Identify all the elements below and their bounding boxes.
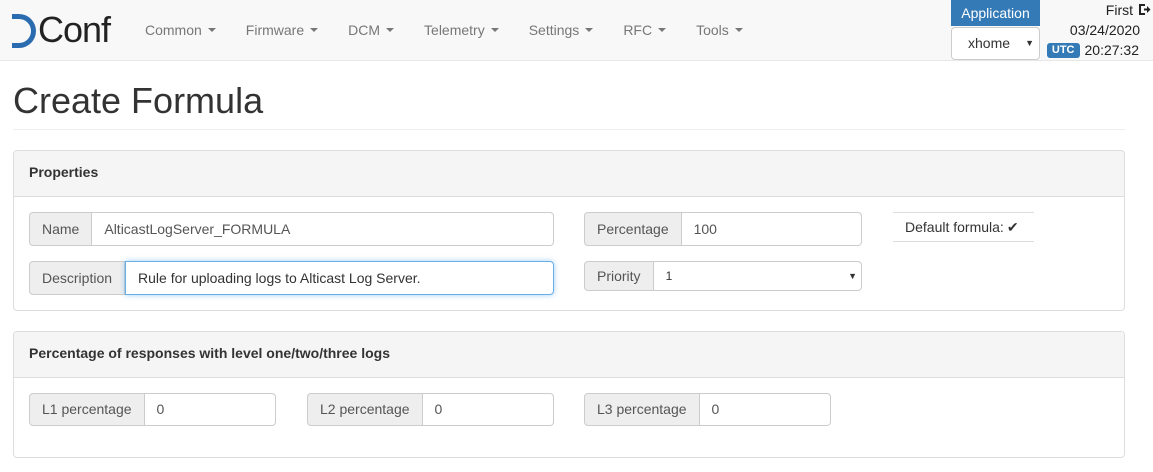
page-title: Create Formula: [13, 80, 264, 121]
navbar: Conf Common Firmware DCM Telemetry Setti…: [0, 0, 1153, 61]
l3-input-group: L3 percentage 0: [584, 393, 831, 426]
properties-heading: Properties: [14, 151, 1124, 197]
title-divider: [13, 129, 1125, 130]
select-arrow-icon: ▼: [1025, 38, 1034, 48]
percentage-input-group: Percentage 100: [584, 212, 862, 246]
nav-firmware[interactable]: Firmware: [231, 0, 333, 61]
l2-label: L2 percentage: [307, 393, 423, 426]
priority-selected-value: 1: [665, 269, 673, 283]
timezone-badge: UTC: [1046, 42, 1080, 58]
logout-icon[interactable]: [1138, 3, 1151, 16]
caret-down-icon: [734, 28, 743, 33]
user-info: First 03/24/2020 UTC 20:27:32: [1044, 0, 1153, 60]
percentage-input[interactable]: 100: [681, 212, 862, 246]
caret-down-icon: [386, 28, 395, 33]
current-date: 03/24/2020: [1069, 22, 1140, 38]
properties-panel: Properties Name AlticastLogServer_FORMUL…: [13, 150, 1125, 311]
nav-rfc-label: RFC: [623, 22, 653, 38]
l2-percentage-input[interactable]: 0: [422, 393, 554, 426]
caret-down-icon: [310, 28, 319, 33]
checkmark-icon: ✔: [1006, 219, 1019, 235]
application-label: Application: [951, 0, 1040, 26]
current-time: 20:27:32: [1084, 42, 1140, 58]
caret-down-icon: [658, 28, 667, 33]
name-input[interactable]: AlticastLogServer_FORMULA: [92, 212, 554, 246]
nav-dcm-label: DCM: [348, 22, 381, 38]
description-input[interactable]: Rule for uploading logs to Alticast Log …: [125, 261, 554, 295]
nav-settings[interactable]: Settings: [514, 0, 609, 61]
logo-mark-icon: [12, 14, 36, 48]
l3-percentage-input[interactable]: 0: [699, 393, 831, 426]
main-nav: Common Firmware DCM Telemetry Settings R…: [130, 0, 758, 61]
caret-down-icon: [585, 28, 594, 33]
percentage-label: Percentage: [584, 212, 682, 246]
priority-select[interactable]: 1 ▼: [653, 261, 862, 291]
priority-label: Priority: [584, 261, 654, 291]
nav-common[interactable]: Common: [130, 0, 231, 61]
application-selected-value: xhome: [968, 35, 1011, 51]
nav-tools[interactable]: Tools: [681, 0, 758, 61]
l1-input-group: L1 percentage 0: [29, 393, 276, 426]
l1-percentage-input[interactable]: 0: [144, 393, 276, 426]
nav-dcm[interactable]: DCM: [333, 0, 409, 61]
nav-common-label: Common: [145, 22, 202, 38]
application-select[interactable]: xhome ▼: [951, 27, 1040, 60]
user-name: First: [1105, 2, 1133, 18]
log-levels-heading: Percentage of responses with level one/t…: [14, 332, 1124, 378]
description-input-group: Description Rule for uploading logs to A…: [29, 261, 554, 295]
nav-firmware-label: Firmware: [245, 22, 305, 38]
logo-text: Conf: [38, 9, 111, 50]
default-formula-indicator: Default formula: ✔: [893, 212, 1034, 242]
nav-tools-label: Tools: [696, 22, 729, 38]
l1-label: L1 percentage: [29, 393, 145, 426]
name-input-group: Name AlticastLogServer_FORMULA: [29, 212, 554, 246]
nav-telemetry[interactable]: Telemetry: [409, 0, 514, 61]
xconf-logo[interactable]: Conf: [12, 9, 111, 50]
l2-input-group: L2 percentage 0: [307, 393, 554, 426]
caret-down-icon: [207, 28, 216, 33]
default-formula-label: Default formula:: [905, 219, 1004, 235]
application-selector: Application xhome ▼: [951, 0, 1040, 60]
nav-rfc[interactable]: RFC: [608, 0, 681, 61]
description-label: Description: [29, 261, 126, 295]
nav-settings-label: Settings: [528, 22, 580, 38]
priority-input-group: Priority 1 ▼: [584, 261, 862, 291]
log-levels-panel: Percentage of responses with level one/t…: [13, 331, 1125, 458]
nav-telemetry-label: Telemetry: [424, 22, 485, 38]
l3-label: L3 percentage: [584, 393, 700, 426]
caret-down-icon: [490, 28, 499, 33]
select-arrow-icon: ▼: [848, 271, 857, 281]
name-label: Name: [29, 212, 93, 246]
